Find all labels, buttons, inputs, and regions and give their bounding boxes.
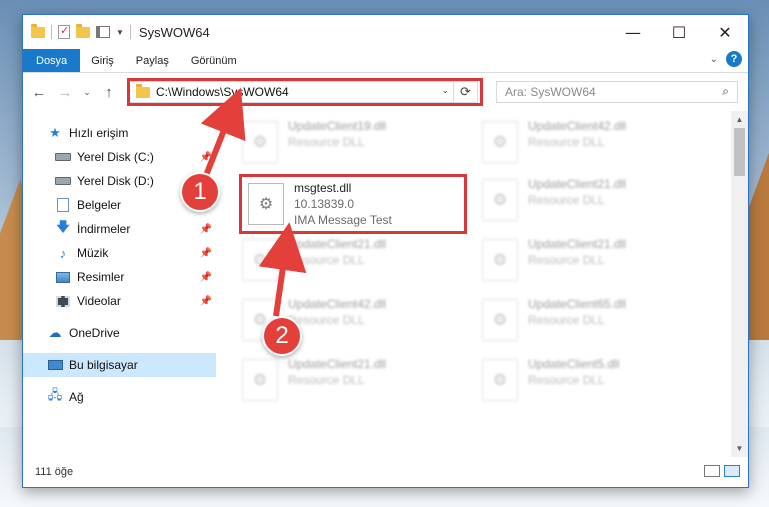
arrow-to-file	[258, 222, 307, 317]
arrow-to-address-bar	[200, 87, 246, 180]
step-2-marker: 2	[262, 316, 302, 356]
annotation-arrows	[200, 87, 307, 317]
step-1-marker: 1	[180, 172, 220, 212]
